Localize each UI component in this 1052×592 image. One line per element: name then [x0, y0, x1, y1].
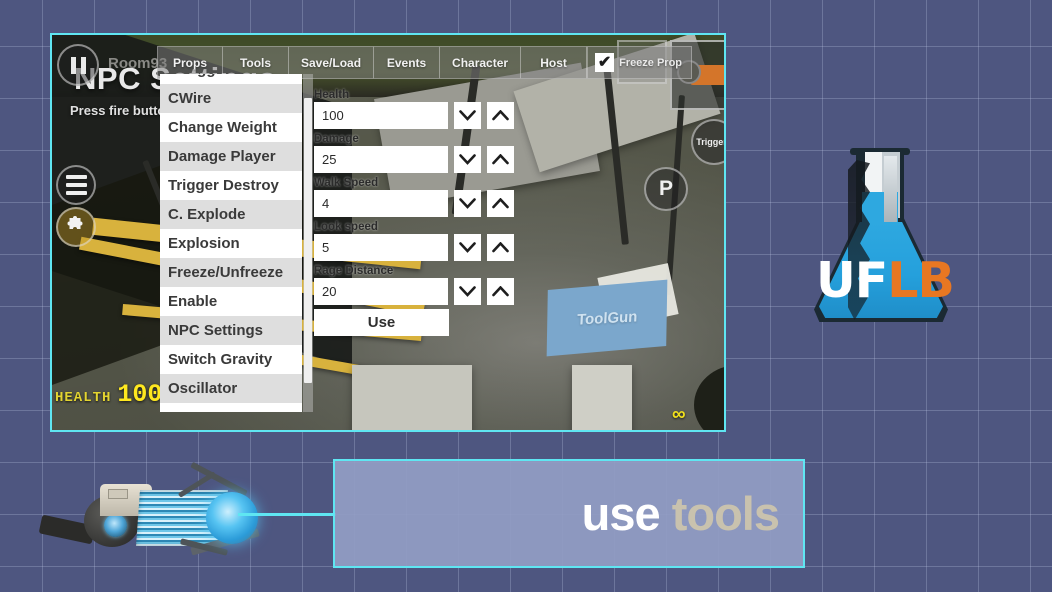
vflb-logo: UFLB — [810, 148, 952, 326]
walk-speed-increment-button[interactable] — [487, 190, 514, 217]
walk-speed-input[interactable]: 4 — [314, 190, 448, 217]
damage-input[interactable]: 25 — [314, 146, 448, 173]
use-tools-banner: use tools — [333, 459, 805, 568]
tab-events[interactable]: Events — [374, 46, 440, 79]
chevron-up-icon — [492, 198, 509, 209]
field-label-walk-speed: Walk Speed — [314, 177, 514, 189]
tool-item-change-weight[interactable]: Change Weight — [160, 113, 302, 142]
menu-button[interactable] — [56, 165, 96, 205]
tab-host[interactable]: Host — [521, 46, 587, 79]
vflb-wordmark-lb: LB — [887, 252, 954, 309]
toolgun-panel: ToolGun — [547, 280, 668, 357]
gravity-gun-illustration — [38, 468, 268, 563]
p-button[interactable]: P — [644, 167, 688, 211]
tool-item-damage-player[interactable]: Damage Player — [160, 142, 302, 171]
field-label-look-speed: Look speed — [314, 221, 514, 233]
puzzle-button[interactable] — [56, 207, 96, 247]
checkbox-icon[interactable]: ✔ — [595, 53, 614, 72]
health-decrement-button[interactable] — [454, 102, 481, 129]
freeze-prop-label: Freeze Prop — [619, 57, 682, 69]
vflb-wordmark-uf: UF — [816, 252, 887, 309]
field-label-damage: Damage — [314, 133, 514, 145]
look-speed-increment-button[interactable] — [487, 234, 514, 261]
pause-button[interactable] — [57, 44, 99, 86]
chevron-down-icon — [459, 242, 476, 253]
field-row-walk-speed: 4 — [314, 190, 514, 217]
connector-line — [238, 513, 336, 516]
tool-list[interactable]: CTrigger CWire Change Weight Damage Play… — [160, 74, 302, 412]
chevron-down-icon — [459, 286, 476, 297]
vflb-wordmark: UFLB — [816, 256, 950, 305]
tool-item-cwire[interactable]: CWire — [160, 84, 302, 113]
field-row-rage-distance: 20 — [314, 278, 514, 305]
health-increment-button[interactable] — [487, 102, 514, 129]
chevron-down-icon — [459, 198, 476, 209]
tool-item-enable[interactable]: Enable — [160, 287, 302, 316]
tool-item-ctrigger[interactable]: CTrigger — [160, 74, 302, 84]
puzzle-piece-icon — [64, 215, 88, 239]
chevron-up-icon — [492, 286, 509, 297]
use-button[interactable]: Use — [314, 309, 449, 336]
hamburger-menu-icon — [66, 175, 87, 195]
scene-blob — [694, 365, 726, 432]
flask-highlight — [884, 156, 897, 222]
npc-properties-form: Health 100 Damage 25 Walk Speed 4 — [314, 89, 514, 336]
p-button-label: P — [659, 177, 673, 201]
tool-item-freeze-unfreeze[interactable]: Freeze/Unfreeze — [160, 258, 302, 287]
field-row-look-speed: 5 — [314, 234, 514, 261]
gadget-icon — [690, 65, 726, 85]
tool-list-scroll-thumb[interactable] — [304, 98, 312, 383]
field-label-rage-distance: Rage Distance — [314, 265, 514, 277]
look-speed-decrement-button[interactable] — [454, 234, 481, 261]
rage-distance-increment-button[interactable] — [487, 278, 514, 305]
look-speed-input[interactable]: 5 — [314, 234, 448, 261]
health-value: 100 — [117, 380, 162, 409]
scene-slab — [352, 365, 472, 432]
pause-icon — [71, 57, 86, 74]
chevron-down-icon — [459, 110, 476, 121]
health-input[interactable]: 100 — [314, 102, 448, 129]
health-display: HEALTH 100 — [55, 380, 162, 409]
toolgun-panel-label: ToolGun — [576, 308, 637, 328]
banner-word-tools: tools — [672, 487, 779, 540]
health-label: HEALTH — [55, 390, 111, 406]
tool-list-scrollbar[interactable] — [303, 74, 313, 412]
triggers-button-label: Triggers — [696, 137, 726, 147]
walk-speed-decrement-button[interactable] — [454, 190, 481, 217]
banner-text: use tools — [582, 486, 779, 541]
rage-distance-input[interactable]: 20 — [314, 278, 448, 305]
game-window: ToolGun Room93 NPC Settings Press fire b… — [50, 33, 726, 432]
rage-distance-decrement-button[interactable] — [454, 278, 481, 305]
freeze-prop-toggle[interactable]: ✔ Freeze Prop — [587, 46, 692, 79]
damage-decrement-button[interactable] — [454, 146, 481, 173]
field-label-health: Health — [314, 89, 514, 101]
tool-item-explosion[interactable]: Explosion — [160, 229, 302, 258]
ammo-infinity-indicator: ∞ — [672, 405, 686, 424]
banner-word-use: use — [582, 487, 660, 540]
tool-item-npc-settings[interactable]: NPC Settings — [160, 316, 302, 345]
gravity-gun-energy-ball — [206, 492, 258, 544]
damage-increment-button[interactable] — [487, 146, 514, 173]
gravity-gun-lens — [104, 514, 127, 537]
field-row-damage: 25 — [314, 146, 514, 173]
tool-item-c-explode[interactable]: C. Explode — [160, 200, 302, 229]
scene-slab — [572, 365, 632, 432]
hud-subtitle: Press fire button — [70, 103, 173, 118]
tab-character[interactable]: Character — [440, 46, 521, 79]
chevron-up-icon — [492, 110, 509, 121]
tool-item-trigger-destroy[interactable]: Trigger Destroy — [160, 171, 302, 200]
chevron-up-icon — [492, 242, 509, 253]
chevron-up-icon — [492, 154, 509, 165]
tool-item-oscillator[interactable]: Oscillator — [160, 374, 302, 403]
chevron-down-icon — [459, 154, 476, 165]
tool-item-switch-gravity[interactable]: Switch Gravity — [160, 345, 302, 374]
field-row-health: 100 — [314, 102, 514, 129]
